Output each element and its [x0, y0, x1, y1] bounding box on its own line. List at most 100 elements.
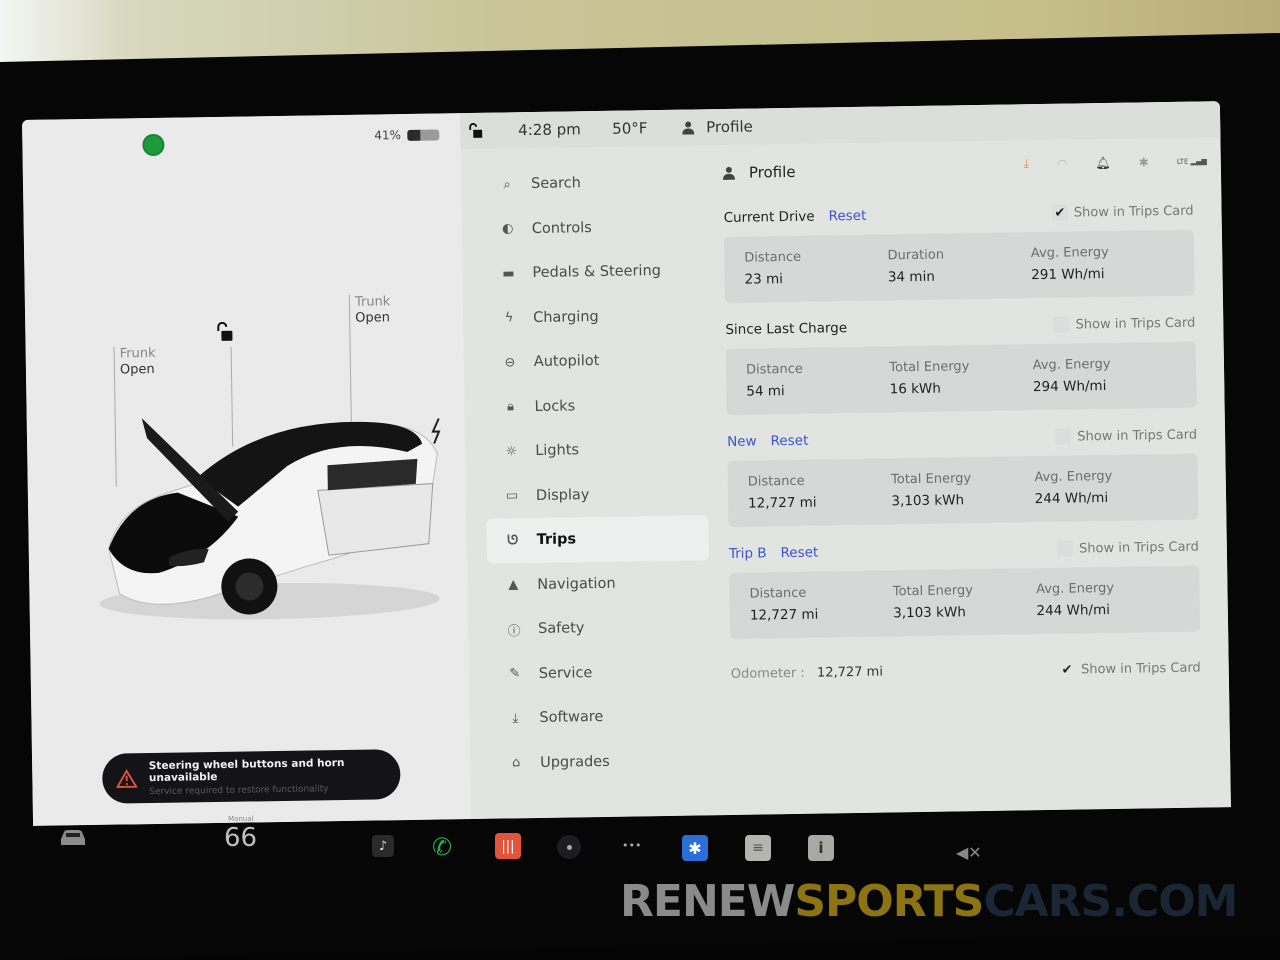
stat-value: 12,727 mi [749, 606, 819, 624]
menu-item-locks[interactable]: 🔒︎ Locks [484, 382, 707, 430]
trip-stat: Avg. Energy 294 Wh/mi [1033, 356, 1177, 410]
watermark: RENEWSPORTSCARS.COM [620, 876, 1238, 927]
menu-item-autopilot[interactable]: ⊖ Autopilot [484, 337, 707, 385]
frunk-status[interactable]: Open [120, 362, 156, 379]
menu-item-label: Software [539, 709, 604, 727]
frunk-callout[interactable]: Frunk Open [120, 346, 156, 379]
settings-panel: 4:28 pm 50°F Profile ⌕ Search ◐ Controls ▬ Pe… [459, 101, 1231, 820]
trip-stat: Distance 23 mi [744, 248, 888, 302]
checkbox-label: Show in Trips Card [1073, 203, 1194, 220]
menu-item-lights[interactable]: ☼ Lights [485, 426, 708, 474]
music-button[interactable]: ♪ [372, 835, 394, 857]
menu-item-trips[interactable]: ᘎ Trips [486, 515, 709, 564]
stat-label: Duration [887, 247, 945, 264]
trip-stat: Total Energy 3,103 kWh [893, 582, 1037, 636]
reset-button[interactable]: Reset [828, 208, 866, 225]
menu-item-navigation[interactable]: ▲ Navigation [487, 560, 710, 608]
notepad-icon: ≡ [745, 835, 771, 861]
trip-section-header: Since Last Charge Show in Trips Card [725, 312, 1195, 341]
unlocked-icon[interactable] [215, 321, 233, 342]
content-header[interactable]: Profile [723, 148, 1194, 191]
reset-button[interactable]: Reset [770, 433, 808, 450]
trip-stats-card: Distance 54 mi Total Energy 16 kWh Avg. Ener… [725, 341, 1197, 415]
trip-section-title[interactable]: Trip B [729, 545, 767, 562]
menu-item-label: Display [535, 486, 590, 504]
stat-value: 12,727 mi [747, 494, 817, 512]
trip-stat: Distance 12,727 mi [749, 584, 893, 638]
stat-label: Total Energy [890, 471, 972, 488]
trip-section: Current Drive Reset ✔ Show in Trips Card Dis… [723, 200, 1195, 303]
stat-value: 34 min [887, 268, 935, 286]
menu-item-safety[interactable]: ⓘ Safety [488, 604, 711, 652]
stat-label: Distance [745, 361, 803, 378]
menu-item-label: Service [538, 664, 593, 682]
menu-item-software[interactable]: ⤓ Software [489, 693, 712, 741]
vehicle-pane: 41% Frunk Open Trunk Open Steering wheel… [22, 113, 472, 826]
stat-label: Distance [744, 249, 802, 266]
car-icon[interactable] [58, 827, 88, 847]
trunk-callout[interactable]: Trunk Open [355, 294, 391, 327]
menu-item-display[interactable]: ▭ Display [486, 471, 709, 519]
menu-item-charging[interactable]: ϟ Charging [483, 293, 706, 341]
more-icon: ••• [622, 839, 642, 852]
profile-button[interactable]: Profile [682, 118, 753, 137]
trunk-status[interactable]: Open [355, 310, 391, 327]
menu-item-pedals-steering[interactable]: ▬ Pedals & Steering [482, 248, 705, 296]
volume-button[interactable]: ◀✕ [956, 843, 982, 862]
trips-content: Profile Current Drive Reset ✔ Show in Trips… [723, 148, 1201, 683]
menu-item-controls[interactable]: ◐ Controls [481, 204, 704, 252]
battery-icon [406, 128, 440, 141]
trip-section-header: Trip B Reset Show in Trips Card [729, 536, 1199, 565]
info-button[interactable]: i [808, 835, 834, 861]
stat-value: 54 mi [746, 383, 785, 400]
warning-toast[interactable]: Steering wheel buttons and horn unavaila… [101, 749, 401, 804]
show-in-trips-card-checkbox[interactable]: Show in Trips Card [1055, 427, 1197, 445]
checkbox-empty [1056, 540, 1074, 557]
frunk-label: Frunk [119, 345, 156, 362]
menu-item-search[interactable]: ⌕ Search [481, 159, 704, 207]
profile-label: Profile [706, 117, 753, 137]
trip-stats-card: Distance 23 mi Duration 34 min Avg. Energy 29… [723, 229, 1195, 303]
trip-stats-card: Distance 12,727 mi Total Energy 3,103 kWh Av… [727, 453, 1199, 527]
bluetooth-button[interactable]: ✱ [682, 835, 708, 861]
alert-subtitle: Service required to restore functionalit… [149, 783, 329, 797]
taskbar: Manual 66 ♪ ✆ ||| ••• ✱ ≡ i ◀✕ [0, 815, 1280, 875]
menu-item-label: Search [530, 175, 582, 193]
checkbox-empty [1055, 428, 1072, 445]
trip-stat: Distance 54 mi [746, 360, 890, 414]
menu-item-label: Charging [533, 308, 599, 326]
stat-value: 3,103 kWh [893, 604, 966, 622]
lightning-icon: ϟ [504, 310, 514, 326]
trunk-label: Trunk [354, 294, 391, 310]
checkbox-label: Show in Trips Card [1075, 315, 1196, 332]
menu-item-label: Autopilot [533, 353, 600, 371]
trip-stat: Avg. Energy 291 Wh/mi [1031, 244, 1175, 298]
alert-title: Steering wheel buttons and horn unavaila… [148, 756, 345, 784]
wrench-icon: ✎ [509, 666, 521, 682]
show-in-trips-card-checkbox[interactable]: Show in Trips Card [1053, 315, 1195, 333]
trip-section-title[interactable]: New [727, 434, 757, 450]
menu-item-upgrades[interactable]: ⌂ Upgrades [490, 738, 713, 786]
stat-value: 16 kWh [889, 380, 941, 398]
unlocked-icon[interactable] [468, 123, 483, 139]
speed-setting[interactable]: 66 [224, 823, 257, 853]
show-in-trips-card-checkbox[interactable]: ✔ Show in Trips Card [1051, 203, 1194, 221]
show-in-trips-card-checkbox[interactable]: Show in Trips Card [1056, 539, 1199, 557]
odometer-show-in-trips-card-checkbox[interactable]: ✔ Show in Trips Card [1059, 660, 1201, 678]
menu-item-service[interactable]: ✎ Service [488, 649, 711, 697]
more-apps-button[interactable]: ••• [622, 839, 641, 852]
audio-app-button[interactable]: ||| [495, 833, 521, 859]
checkbox-label: Show in Trips Card [1078, 539, 1199, 556]
phone-button[interactable]: ✆ [432, 833, 452, 861]
reset-button[interactable]: Reset [780, 545, 818, 562]
steering-wheel-icon: ⊖ [504, 355, 516, 371]
odometer-value: 12,727 mi [816, 664, 884, 681]
notepad-button[interactable]: ≡ [745, 835, 771, 861]
camera-icon [557, 835, 581, 859]
bluetooth-icon: ✱ [682, 835, 708, 861]
stat-value: 3,103 kWh [891, 492, 965, 510]
stat-value: 23 mi [744, 271, 784, 288]
camera-button[interactable] [557, 835, 581, 859]
lock-icon: 🔒︎ [506, 399, 515, 415]
checkbox-label: Show in Trips Card [1080, 660, 1201, 677]
